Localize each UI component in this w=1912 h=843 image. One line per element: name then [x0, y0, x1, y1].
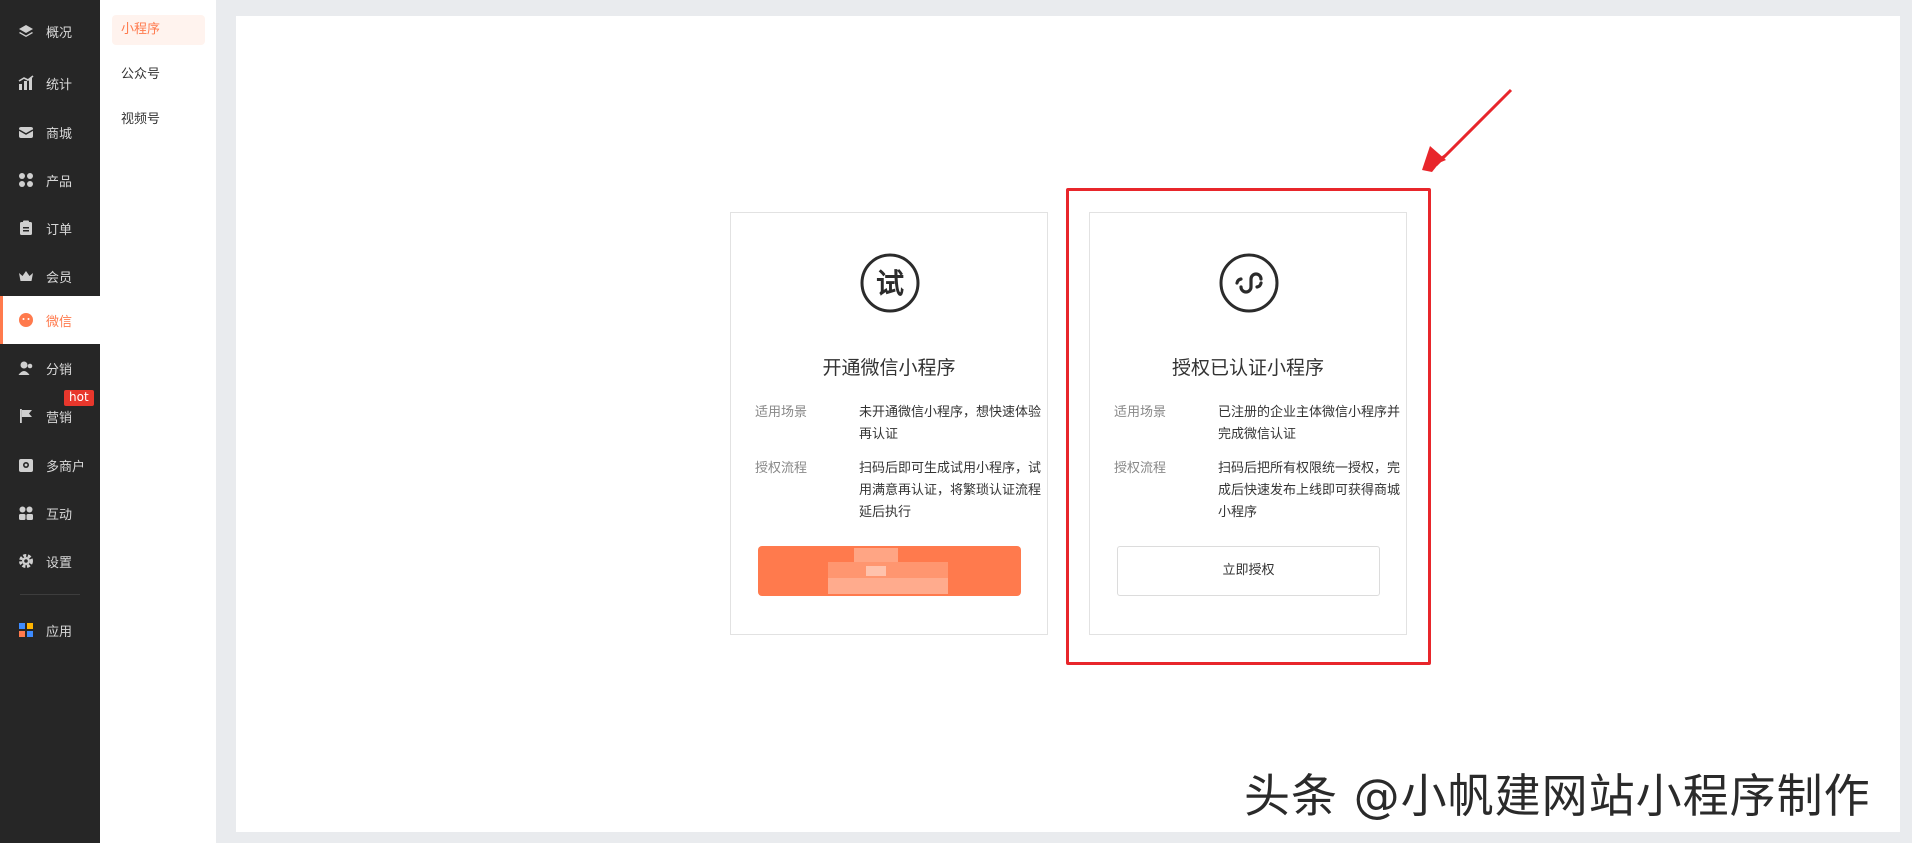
mail-box-icon	[18, 124, 34, 140]
sidebar-item-statistics[interactable]: 统计	[0, 59, 100, 107]
layers-icon	[18, 23, 34, 39]
sidebar-item-overview[interactable]: 概况	[0, 7, 100, 55]
subnav-item-official-account[interactable]: 公众号	[112, 60, 205, 90]
sub-sidebar: 小程序 公众号 视频号	[100, 0, 216, 843]
sidebar-item-product[interactable]: 产品	[0, 156, 100, 204]
subnav-item-mini-program[interactable]: 小程序	[112, 15, 205, 45]
sidebar-item-label: 营销	[46, 411, 73, 426]
watermark: 头条 @小帆建网站小程序制作	[1244, 769, 1871, 823]
open-mini-program-button[interactable]	[758, 546, 1021, 596]
clipboard-icon	[18, 220, 34, 236]
wechat-icon	[18, 312, 34, 328]
store-icon	[18, 457, 34, 473]
highlight-box	[1066, 188, 1431, 665]
sidebar-item-settings[interactable]: 设置	[0, 537, 100, 585]
sidebar-item-multi-merchant[interactable]: 多商户	[0, 441, 100, 489]
sidebar-item-distribution[interactable]: 分销	[0, 344, 100, 392]
sidebar-item-label: 设置	[46, 556, 73, 571]
people-icon	[18, 505, 34, 521]
gear-icon	[18, 553, 34, 569]
sidebar-item-label: 概况	[46, 26, 73, 41]
open-mini-program-card: 试 开通微信小程序 适用场景 未开通微信小程序，想快速体验再认证 授权流程 扫码…	[730, 212, 1048, 635]
sidebar-item-mall[interactable]: 商城	[0, 108, 100, 156]
sidebar-divider	[20, 594, 80, 595]
sidebar-item-wechat[interactable]: 微信	[0, 296, 100, 344]
apps-icon	[18, 622, 34, 638]
sidebar-item-label: 统计	[46, 78, 73, 93]
row-key: 授权流程	[755, 461, 808, 476]
chart-icon	[18, 75, 34, 91]
row-key: 适用场景	[755, 405, 808, 420]
pixelated-label	[854, 548, 898, 562]
trial-icon-char: 试	[876, 267, 904, 300]
crown-icon	[18, 268, 34, 284]
sidebar-item-label: 应用	[46, 625, 73, 640]
sidebar-item-interaction[interactable]: 互动	[0, 489, 100, 537]
sidebar-item-marketing[interactable]: 营销	[0, 392, 100, 440]
sidebar-item-label: 分销	[46, 363, 73, 378]
sidebar-item-member[interactable]: 会员	[0, 252, 100, 300]
row-value: 未开通微信小程序，想快速体验再认证	[859, 405, 1042, 442]
sidebar-item-order[interactable]: 订单	[0, 204, 100, 252]
sidebar-item-label: 产品	[46, 175, 73, 190]
flag-icon	[18, 408, 34, 424]
users-icon	[18, 360, 34, 376]
sidebar-item-label: 微信	[46, 315, 73, 330]
sidebar-item-label: 订单	[46, 223, 73, 238]
sidebar-item-label: 多商户	[46, 460, 86, 475]
grid-icon	[18, 172, 34, 188]
trial-icon: 试	[860, 253, 920, 313]
card-title: 开通微信小程序	[822, 357, 956, 379]
sidebar-item-apps[interactable]: 应用	[0, 606, 100, 654]
row-value: 扫码后即可生成试用小程序，试用满意再认证，将繁琐认证流程延后执行	[859, 461, 1042, 520]
subnav-item-channels[interactable]: 视频号	[112, 105, 205, 135]
sidebar-item-label: 互动	[46, 508, 73, 523]
main-sidebar: 概况 统计 商城 产品 订单 会员 微信 分销 hot 营销 多商户 互动 设置…	[0, 0, 100, 843]
arrow-icon	[1422, 88, 1513, 172]
sidebar-item-label: 会员	[46, 271, 73, 286]
sidebar-item-label: 商城	[46, 127, 73, 142]
